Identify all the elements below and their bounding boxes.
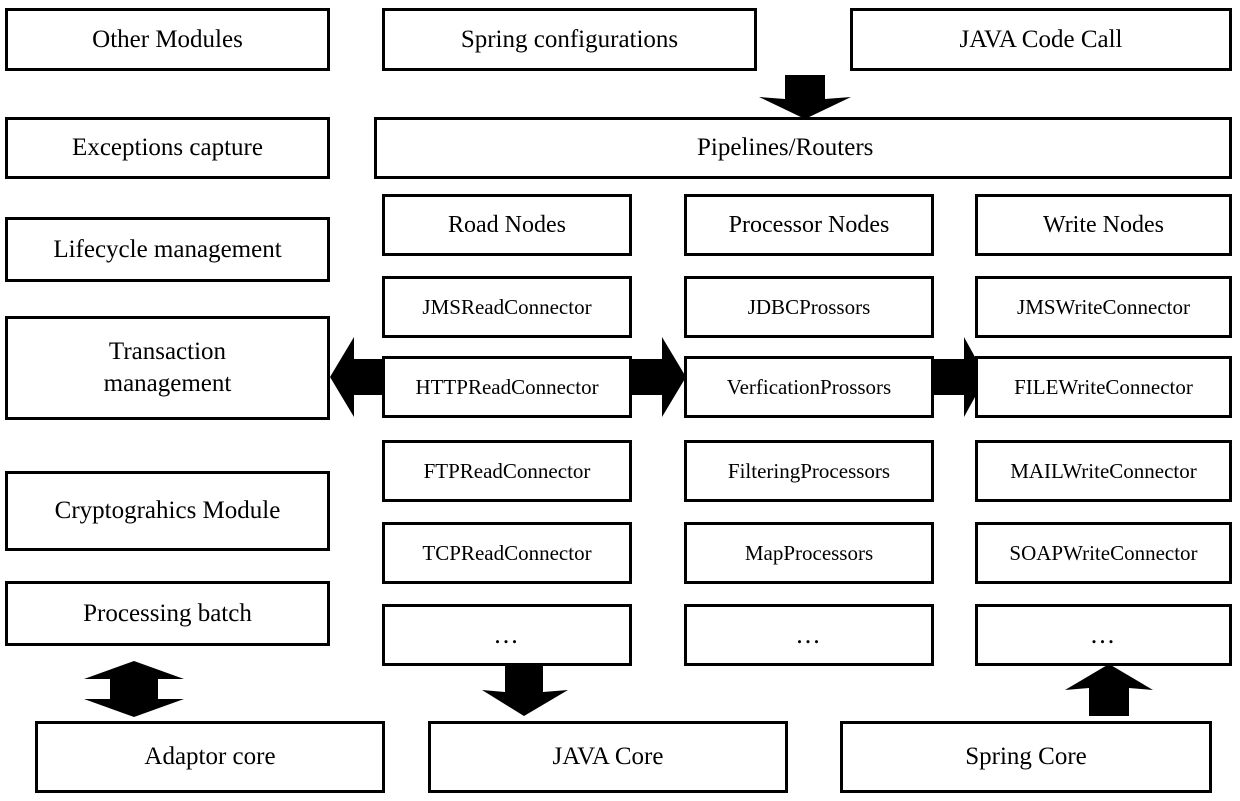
architecture-diagram: Other Modules Spring configurations JAVA… bbox=[0, 0, 1240, 801]
box-processor-nodes-header[interactable]: Processor Nodes bbox=[684, 194, 934, 256]
box-spring-configurations[interactable]: Spring configurations bbox=[382, 8, 757, 71]
box-write-nodes-header-label: Write Nodes bbox=[1043, 211, 1164, 238]
box-lifecycle-management[interactable]: Lifecycle management bbox=[5, 217, 330, 282]
box-cryptographics-module-label: Cryptograhics Module bbox=[54, 497, 281, 524]
box-write-item-3-label: SOAPWriteConnector bbox=[1009, 540, 1198, 565]
box-java-core-label: JAVA Core bbox=[552, 743, 664, 770]
box-write-item-1[interactable]: FILEWriteConnector bbox=[975, 356, 1232, 418]
box-spring-configurations-label: Spring configurations bbox=[460, 25, 679, 53]
box-other-modules-label: Other Modules bbox=[92, 25, 243, 53]
box-read-item-3[interactable]: TCPReadConnector bbox=[382, 522, 632, 584]
box-processor-item-0[interactable]: JDBCProssors bbox=[684, 276, 934, 338]
left-arrow-icon-read-to-transaction bbox=[330, 337, 386, 417]
box-processor-nodes-header-label: Processor Nodes bbox=[728, 211, 890, 238]
box-transaction-management[interactable]: Transaction management bbox=[5, 316, 330, 420]
box-adaptor-core[interactable]: Adaptor core bbox=[35, 721, 385, 793]
box-lifecycle-management-label: Lifecycle management bbox=[53, 235, 282, 263]
box-read-item-3-label: TCPReadConnector bbox=[422, 540, 592, 565]
box-processor-item-0-label: JDBCProssors bbox=[747, 294, 871, 319]
box-write-item-4[interactable]: ... bbox=[975, 604, 1232, 666]
box-processing-batch-label: Processing batch bbox=[83, 599, 252, 627]
box-read-item-1-label: HTTPReadConnector bbox=[415, 374, 599, 399]
box-spring-core[interactable]: Spring Core bbox=[840, 721, 1212, 793]
right-arrow-icon-read-to-processor bbox=[632, 337, 686, 417]
box-write-item-2-label: MAILWriteConnector bbox=[1010, 458, 1197, 483]
box-processor-item-3[interactable]: MapProcessors bbox=[684, 522, 934, 584]
box-write-nodes-header[interactable]: Write Nodes bbox=[975, 194, 1232, 256]
up-arrow-icon-spring-core-to-write bbox=[1063, 664, 1155, 716]
box-pipelines-routers-label: Pipelines/Routers bbox=[697, 134, 874, 161]
box-read-item-4[interactable]: ... bbox=[382, 604, 632, 666]
box-exceptions-capture-label: Exceptions capture bbox=[72, 134, 263, 161]
box-transaction-management-label: Transaction management bbox=[103, 338, 232, 397]
box-java-code-call[interactable]: JAVA Code Call bbox=[850, 8, 1232, 71]
box-processor-item-1[interactable]: VerficationProssors bbox=[684, 356, 934, 418]
box-read-nodes-header-label: Road Nodes bbox=[448, 211, 566, 238]
box-read-nodes-header[interactable]: Road Nodes bbox=[382, 194, 632, 256]
box-read-item-0[interactable]: JMSReadConnector bbox=[382, 276, 632, 338]
box-java-core[interactable]: JAVA Core bbox=[428, 721, 788, 793]
box-write-item-4-label: ... bbox=[1090, 620, 1117, 650]
box-spring-core-label: Spring Core bbox=[965, 743, 1087, 770]
box-other-modules[interactable]: Other Modules bbox=[5, 8, 330, 71]
box-write-item-3[interactable]: SOAPWriteConnector bbox=[975, 522, 1232, 584]
box-processor-item-2-label: FilteringProcessors bbox=[727, 458, 891, 483]
box-cryptographics-module[interactable]: Cryptograhics Module bbox=[5, 471, 330, 551]
box-processor-item-1-label: VerficationProssors bbox=[726, 374, 892, 399]
box-processor-item-2[interactable]: FilteringProcessors bbox=[684, 440, 934, 502]
box-write-item-1-label: FILEWriteConnector bbox=[1014, 374, 1193, 399]
box-read-item-1[interactable]: HTTPReadConnector bbox=[382, 356, 632, 418]
box-read-item-4-label: ... bbox=[494, 620, 520, 650]
box-write-item-2[interactable]: MAILWriteConnector bbox=[975, 440, 1232, 502]
box-write-item-0-label: JMSWriteConnector bbox=[1017, 294, 1190, 319]
box-java-code-call-label: JAVA Code Call bbox=[959, 25, 1123, 53]
box-processing-batch[interactable]: Processing batch bbox=[5, 581, 330, 646]
box-processor-item-4-label: ... bbox=[796, 620, 822, 650]
box-read-item-2-label: FTPReadConnector bbox=[423, 458, 591, 483]
box-processor-item-4[interactable]: ... bbox=[684, 604, 934, 666]
box-read-item-2[interactable]: FTPReadConnector bbox=[382, 440, 632, 502]
box-pipelines-routers[interactable]: Pipelines/Routers bbox=[374, 117, 1232, 179]
down-arrow-icon-spring-to-pipelines bbox=[757, 75, 853, 119]
box-adaptor-core-label: Adaptor core bbox=[144, 743, 276, 770]
box-read-item-0-label: JMSReadConnector bbox=[422, 294, 592, 319]
box-write-item-0[interactable]: JMSWriteConnector bbox=[975, 276, 1232, 338]
box-processor-item-3-label: MapProcessors bbox=[744, 540, 874, 565]
box-exceptions-capture[interactable]: Exceptions capture bbox=[5, 117, 330, 179]
up-down-arrow-icon-processing-to-adaptor-core bbox=[82, 661, 186, 717]
down-arrow-icon-read-to-java-core bbox=[480, 664, 570, 716]
